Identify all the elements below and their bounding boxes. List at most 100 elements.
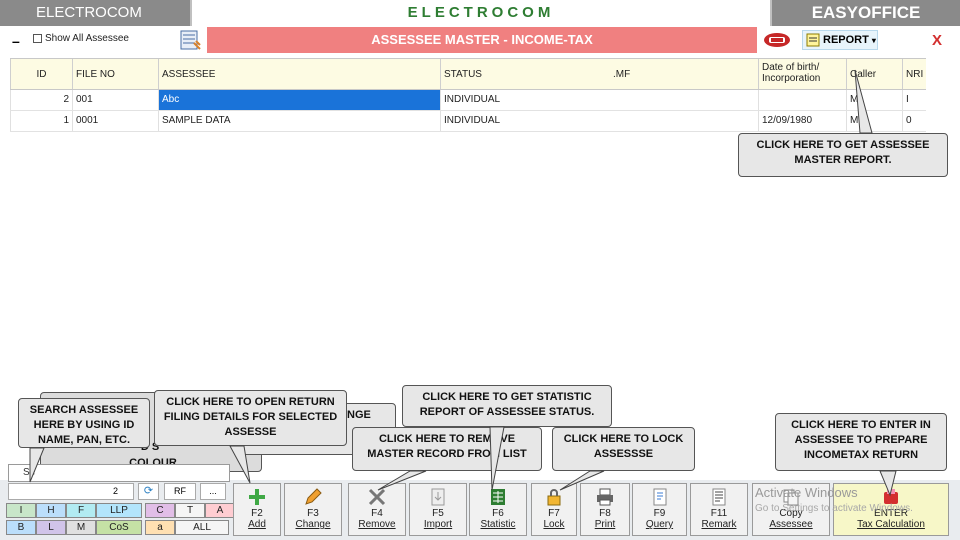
cell-file-no: 001 bbox=[72, 90, 158, 110]
filter-value-field[interactable]: 2 bbox=[8, 483, 134, 500]
more-options-button[interactable]: ... bbox=[200, 483, 226, 500]
brand-right: EASYOFFICE bbox=[772, 0, 960, 26]
search-input[interactable]: Se bbox=[8, 464, 230, 482]
query-icon bbox=[653, 488, 666, 506]
callout-report: CLICK HERE TO GET ASSESSEE MASTER REPORT… bbox=[738, 133, 948, 177]
filter-btn-c[interactable]: C bbox=[145, 503, 175, 518]
remove-tools-icon bbox=[368, 488, 386, 506]
brand-left: ELECTROCOM bbox=[0, 0, 190, 26]
query-button[interactable]: F9 Query bbox=[632, 483, 687, 536]
statistic-label: Statistic bbox=[480, 519, 516, 530]
change-label: Change bbox=[295, 519, 331, 530]
filter-btn-t[interactable]: T bbox=[175, 503, 205, 518]
table-row[interactable]: 2 001 Abc INDIVIDUAL M I bbox=[10, 90, 926, 111]
add-button[interactable]: F2 Add bbox=[233, 483, 281, 536]
lock-label: Lock bbox=[543, 519, 565, 530]
report-label: REPORT bbox=[823, 34, 869, 46]
column-header-file-no[interactable]: FILE NO bbox=[72, 59, 158, 89]
filter-btn-all[interactable]: ALL bbox=[175, 520, 229, 535]
callout-remove: CLICK HERE TO REMOVE MASTER RECORD FROM … bbox=[352, 427, 542, 471]
show-all-assessee-checkbox[interactable]: Show All Assessee bbox=[33, 33, 129, 44]
plus-icon bbox=[249, 489, 265, 505]
remove-button[interactable]: F4 Remove bbox=[348, 483, 406, 536]
cell-assessee[interactable]: Abc bbox=[158, 90, 440, 110]
cell-mf bbox=[610, 111, 758, 131]
refresh-icon[interactable]: ⟳ bbox=[138, 483, 159, 500]
cell-id: 1 bbox=[10, 111, 72, 131]
filter-btn-b[interactable]: B bbox=[6, 520, 36, 535]
filter-btn-cos[interactable]: CoS bbox=[96, 520, 142, 535]
import-button[interactable]: F5 Import bbox=[409, 483, 467, 536]
column-header-dob[interactable]: Date of birth/ Incorporation bbox=[758, 59, 846, 89]
filter-btn-a[interactable]: A bbox=[205, 503, 235, 518]
filter-btn-l[interactable]: L bbox=[36, 520, 66, 535]
report-button[interactable]: REPORT ▾ bbox=[802, 30, 878, 50]
filter-btn-h[interactable]: H bbox=[36, 503, 66, 518]
printer-icon bbox=[597, 488, 613, 506]
column-header-caller[interactable]: Caller bbox=[846, 59, 902, 89]
filter-btn-llp[interactable]: LLP bbox=[96, 503, 142, 518]
callout-lock: CLICK HERE TO LOCK ASSESSSE bbox=[552, 427, 695, 471]
close-button[interactable]: X bbox=[932, 32, 942, 49]
callout-statistic: CLICK HERE TO GET STATISTIC REPORT OF AS… bbox=[402, 385, 612, 427]
copy-label: Assessee bbox=[769, 519, 813, 530]
add-label: Add bbox=[248, 519, 266, 530]
filter-btn-f[interactable]: F bbox=[66, 503, 96, 518]
lock-button[interactable]: F7 Lock bbox=[531, 483, 577, 536]
lock-icon bbox=[547, 489, 561, 506]
cell-status: INDIVIDUAL bbox=[440, 90, 610, 110]
callout-open-return: CLICK HERE TO OPEN RETURN FILING DETAILS… bbox=[154, 390, 347, 446]
cell-caller: M bbox=[846, 111, 902, 131]
checkbox-box[interactable] bbox=[33, 34, 42, 43]
cell-dob bbox=[758, 90, 846, 110]
car-icon[interactable] bbox=[763, 32, 791, 48]
chevron-down-icon: ▾ bbox=[871, 35, 876, 45]
filter-btn-i[interactable]: I bbox=[6, 503, 36, 518]
brand-center: ELECTROCOM bbox=[192, 0, 770, 26]
column-header-nri[interactable]: NRI bbox=[902, 59, 926, 89]
callout-change-text: NGE bbox=[347, 409, 371, 421]
column-header-status[interactable]: STATUS bbox=[440, 59, 610, 89]
cell-dob: 12/09/1980 bbox=[758, 111, 846, 131]
print-label: Print bbox=[594, 519, 616, 530]
activate-windows-subtitle: Go to Settings to activate Windows. bbox=[755, 503, 913, 514]
assessee-table: ID FILE NO ASSESSEE STATUS .MF Date of b… bbox=[10, 58, 926, 132]
column-header-mf[interactable]: .MF bbox=[610, 59, 758, 89]
callout-enter: CLICK HERE TO ENTER IN ASSESSEE TO PREPA… bbox=[775, 413, 947, 471]
filter-btn-m[interactable]: M bbox=[66, 520, 96, 535]
table-header: ID FILE NO ASSESSEE STATUS .MF Date of b… bbox=[10, 58, 926, 90]
cell-file-no: 0001 bbox=[72, 111, 158, 131]
query-label: Query bbox=[645, 519, 674, 530]
show-all-label: Show All Assessee bbox=[45, 33, 129, 44]
cell-status: INDIVIDUAL bbox=[440, 111, 610, 131]
table-row[interactable]: 1 0001 SAMPLE DATA INDIVIDUAL 12/09/1980… bbox=[10, 111, 926, 132]
callout-search: SEARCH ASSESSEE HERE BY USING ID NAME, P… bbox=[18, 398, 150, 448]
remark-icon bbox=[712, 488, 726, 506]
spreadsheet-icon bbox=[491, 489, 505, 505]
import-label: Import bbox=[423, 519, 453, 530]
change-button[interactable]: F3 Change bbox=[284, 483, 342, 536]
list-grid-icon[interactable] bbox=[180, 29, 202, 51]
remark-label: Remark bbox=[701, 519, 737, 530]
statistic-button[interactable]: F6 Statistic bbox=[469, 483, 527, 536]
cell-nri: 0 bbox=[902, 111, 926, 131]
import-icon bbox=[431, 488, 445, 506]
activate-windows-title: Activate Windows bbox=[755, 485, 858, 500]
page-title: ASSESSEE MASTER - INCOME-TAX bbox=[207, 27, 757, 53]
remove-label: Remove bbox=[358, 519, 396, 530]
minimize-button[interactable]: – bbox=[12, 33, 20, 49]
cell-caller: M bbox=[846, 90, 902, 110]
column-header-id[interactable]: ID bbox=[10, 59, 72, 89]
filter-btn-a-lower[interactable]: a bbox=[145, 520, 175, 535]
column-header-assessee[interactable]: ASSESSEE bbox=[158, 59, 440, 89]
report-icon bbox=[806, 33, 820, 47]
print-button[interactable]: F8 Print bbox=[580, 483, 630, 536]
tax-calculation-label: Tax Calculation bbox=[857, 519, 925, 530]
cell-id: 2 bbox=[10, 90, 72, 110]
remark-button[interactable]: F11 Remark bbox=[690, 483, 748, 536]
cell-mf bbox=[610, 90, 758, 110]
pencil-icon bbox=[305, 488, 322, 505]
cell-assessee: SAMPLE DATA bbox=[158, 111, 440, 131]
rf-button[interactable]: RF bbox=[164, 483, 196, 500]
cell-nri: I bbox=[902, 90, 926, 110]
